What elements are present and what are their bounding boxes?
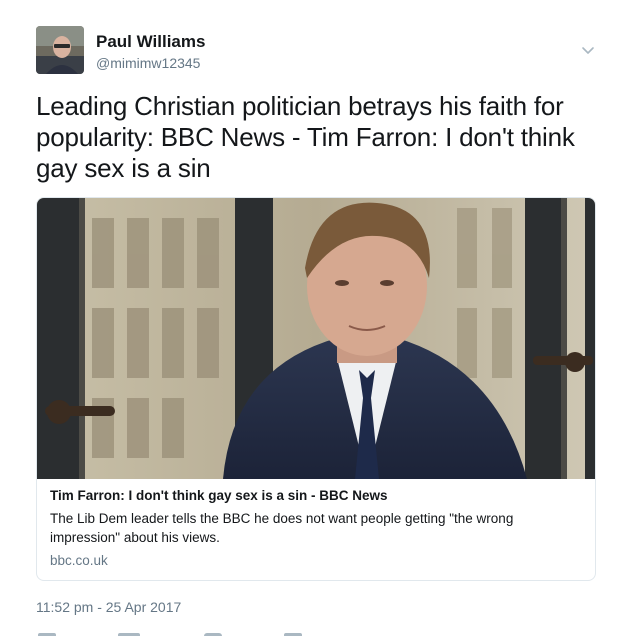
author-handle[interactable]: @mimimw12345 bbox=[96, 55, 200, 71]
link-card[interactable]: Tim Farron: I don't think gay sex is a s… bbox=[36, 197, 596, 581]
card-body[interactable]: Tim Farron: I don't think gay sex is a s… bbox=[50, 487, 582, 570]
tweet-text: Leading Christian politician betrays his… bbox=[36, 91, 575, 183]
author-name[interactable]: Paul Williams bbox=[96, 32, 205, 52]
tweet-header: Paul Williams @mimimw12345 bbox=[36, 24, 606, 80]
card-description: The Lib Dem leader tells the BBC he does… bbox=[50, 511, 514, 545]
card-image[interactable] bbox=[37, 198, 595, 479]
chevron-down-icon[interactable] bbox=[578, 40, 598, 60]
action-bar bbox=[36, 626, 596, 636]
avatar[interactable] bbox=[36, 26, 84, 74]
card-title[interactable]: Tim Farron: I don't think gay sex is a s… bbox=[50, 487, 582, 505]
card-domain[interactable]: bbc.co.uk bbox=[50, 552, 582, 570]
tweet-timestamp[interactable]: 11:52 pm - 25 Apr 2017 bbox=[36, 599, 181, 615]
